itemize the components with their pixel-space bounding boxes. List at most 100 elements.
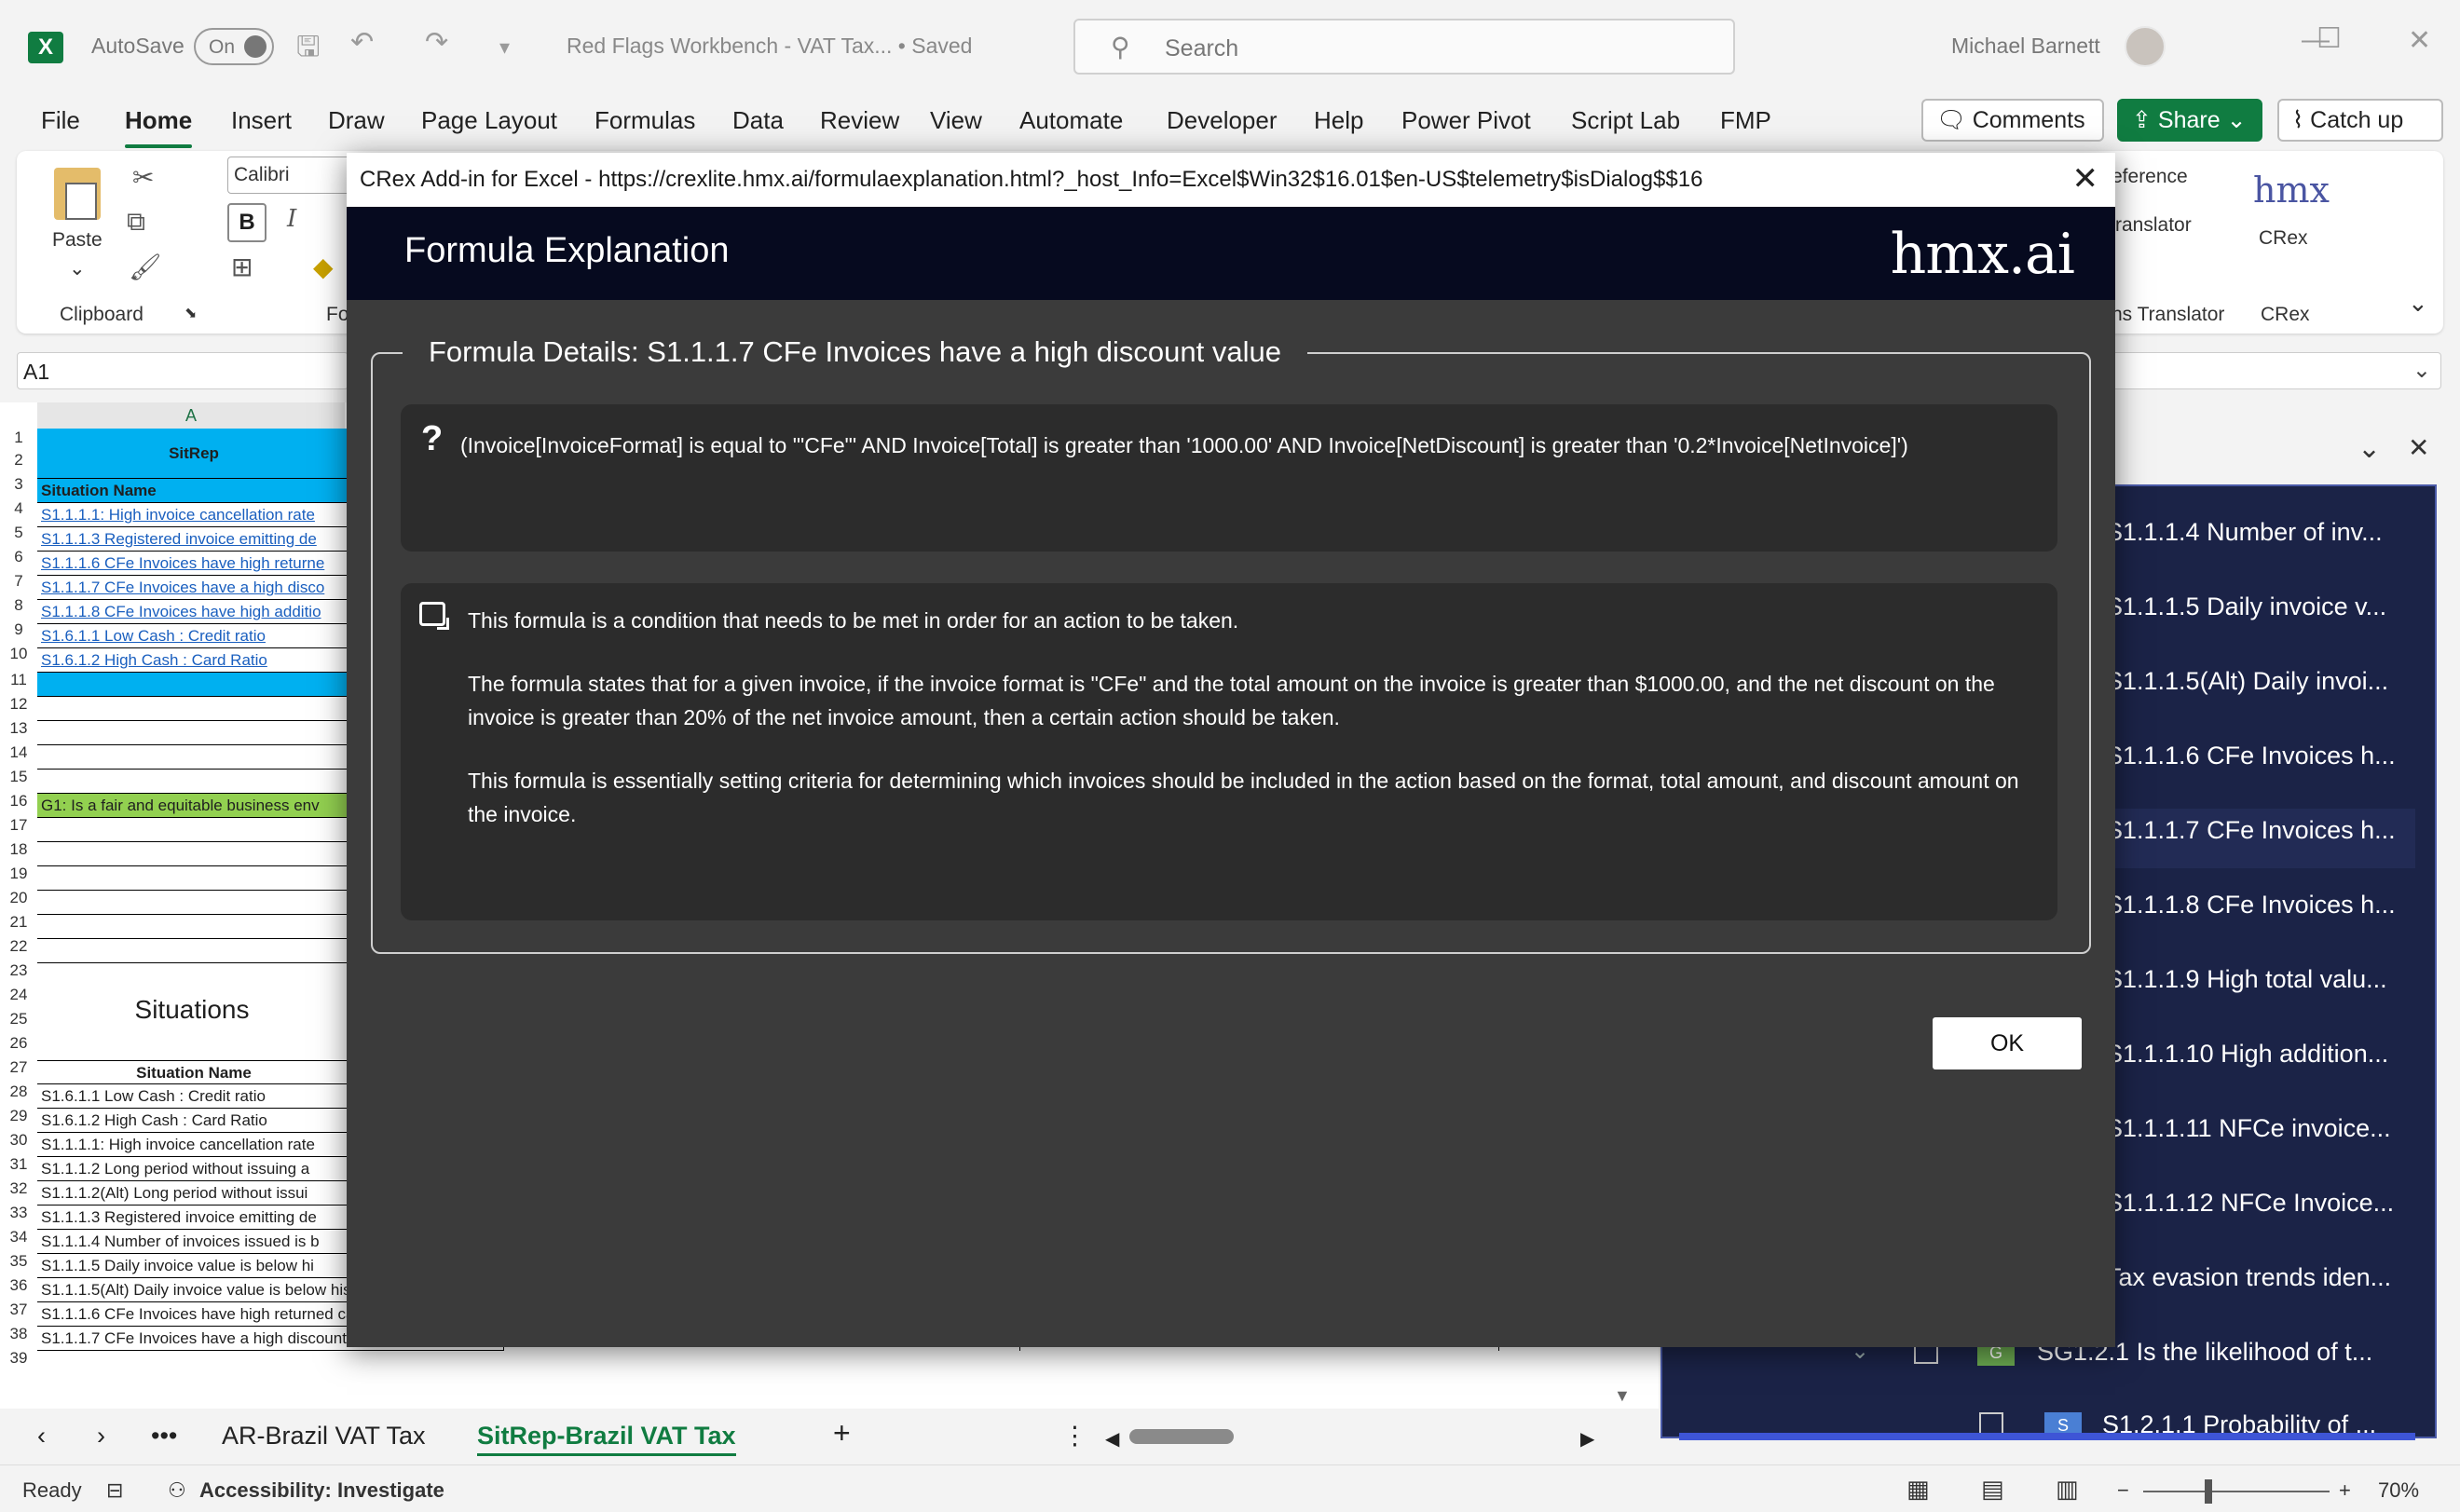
bold-button[interactable]: B [227,203,266,242]
row-number[interactable]: 19 [0,865,37,883]
row-number[interactable]: 11 [0,671,37,689]
tab-view[interactable]: View [930,106,982,135]
row-number[interactable]: 13 [0,719,37,738]
situation-link[interactable]: S1.6.1.1 Low Cash : Credit ratio [37,624,347,648]
dialog-launcher-icon[interactable]: ⬊ [184,304,197,322]
row-number[interactable]: 33 [0,1204,37,1222]
page-break-view-icon[interactable]: ▥ [2056,1475,2079,1504]
paste-icon[interactable] [54,168,101,220]
empty-cell[interactable] [37,915,347,939]
undo-icon[interactable]: ↶ [350,26,374,59]
row-number[interactable]: 21 [0,913,37,932]
row-number[interactable]: 35 [0,1252,37,1271]
more-sheets-icon[interactable]: ••• [151,1422,177,1451]
row-number[interactable]: 20 [0,889,37,907]
row-number[interactable]: 26 [0,1034,37,1053]
situations-title[interactable]: Situations [37,995,347,1025]
zoom-slider-thumb[interactable] [2205,1479,2212,1504]
crex-button-label[interactable]: CRex [2259,227,2308,250]
situation-link[interactable]: S1.6.1.2 High Cash : Card Ratio [37,648,347,673]
situation-row[interactable]: S1.1.1.2(Alt) Long period without issui [37,1181,347,1206]
tab-automate[interactable]: Automate [1019,106,1123,135]
tab-file[interactable]: File [41,106,80,135]
format-painter-icon[interactable]: 🖌 [129,252,162,282]
pane-options-icon[interactable]: ⌄ [2358,432,2381,465]
close-pane-icon[interactable]: ✕ [2408,432,2429,463]
ok-button[interactable]: OK [1933,1017,2082,1069]
maximize-icon[interactable]: ☐ [2316,22,2342,55]
tab-insert[interactable]: Insert [231,106,292,135]
ribbon-collapse-icon[interactable]: ⌄ [2408,289,2428,318]
sheet-tab-ar-brazil[interactable]: AR-Brazil VAT Tax [222,1422,426,1451]
zoom-in-icon[interactable]: + [2339,1478,2351,1503]
zoom-level[interactable]: 70% [2378,1478,2419,1503]
scroll-right-icon[interactable]: ▶ [1580,1427,1594,1451]
tree-item[interactable]: S1.1.1.5(Alt) Daily invoi... [2106,667,2388,696]
row-number[interactable]: 12 [0,695,37,714]
redo-icon[interactable]: ↷ [425,26,448,59]
tab-script-lab[interactable]: Script Lab [1571,106,1680,135]
zoom-slider-track[interactable] [2143,1491,2330,1492]
sheet-options-icon[interactable]: ⋮ [1062,1422,1087,1451]
avatar[interactable] [2125,26,2166,67]
situation-row[interactable]: S1.6.1.2 High Cash : Card Ratio [37,1109,347,1133]
row-number[interactable]: 2 [0,451,37,470]
customize-qat-icon[interactable]: ▾ [499,35,510,60]
tab-fmp[interactable]: FMP [1720,106,1771,135]
paste-label[interactable]: Paste [52,229,102,252]
row-number[interactable]: 24 [0,986,37,1004]
add-sheet-icon[interactable]: + [833,1416,851,1451]
share-button[interactable]: ⇪ Share ⌄ [2117,99,2262,142]
row-number[interactable]: 17 [0,816,37,835]
normal-view-icon[interactable]: ▦ [1906,1475,1930,1504]
empty-cell[interactable] [37,842,347,866]
row-number[interactable]: 15 [0,768,37,786]
tab-home[interactable]: Home [125,106,193,148]
empty-cell[interactable] [37,770,347,794]
next-sheet-icon[interactable]: › [97,1422,105,1451]
accessibility-icon[interactable]: ⚇ [168,1478,186,1503]
autosave-toggle[interactable]: On [194,28,274,65]
empty-cell[interactable] [37,818,347,842]
search-box[interactable]: ⚲ Search [1073,19,1735,75]
tab-developer[interactable]: Developer [1167,106,1278,135]
tab-formulas[interactable]: Formulas [594,106,695,135]
row-number[interactable]: 5 [0,524,37,542]
sitrep-header-cell[interactable]: SitRep [37,429,347,479]
empty-cell[interactable] [37,891,347,915]
tab-draw[interactable]: Draw [328,106,385,135]
row-number[interactable]: 1 [0,429,37,447]
horizontal-scrollbar-thumb[interactable] [1129,1429,1234,1444]
row-number[interactable]: 18 [0,840,37,859]
tree-item[interactable]: S1.1.1.9 High total valu... [2106,965,2387,994]
catch-up-button[interactable]: ⌇ Catch up [2277,99,2443,142]
name-box[interactable]: A1 [17,352,348,389]
fill-color-icon[interactable]: ◆ [313,252,334,282]
row-number[interactable]: 10 [0,645,37,663]
empty-cell[interactable] [37,697,347,721]
tree-item[interactable]: S1.1.1.4 Number of inv... [2106,518,2383,547]
situation-link[interactable]: S1.1.1.6 CFe Invoices have high returne [37,552,347,576]
empty-cell[interactable] [37,866,347,891]
situation-row[interactable]: S1.1.1.2 Long period without issuing a [37,1157,347,1181]
situation-name-header-2[interactable]: Situation Name [37,1060,347,1084]
document-title[interactable]: Red Flags Workbench - VAT Tax... • Saved [567,34,972,59]
row-number[interactable]: 16 [0,792,37,810]
tree-item[interactable]: S1.1.1.5 Daily invoice v... [2106,593,2386,621]
italic-button[interactable]: I [287,205,296,233]
pane-horizontal-scrollbar[interactable] [1679,1433,2415,1440]
row-number[interactable]: 32 [0,1179,37,1198]
row-number[interactable]: 23 [0,961,37,980]
close-window-icon[interactable]: ✕ [2408,24,2431,57]
chevron-down-icon[interactable]: ⌄ [2227,107,2247,133]
goal-row-cell[interactable]: G1: Is a fair and equitable business env [37,794,347,818]
row-number[interactable]: 4 [0,499,37,518]
situation-row[interactable]: S1.1.1.4 Number of invoices issued is b [37,1230,347,1254]
chevron-down-icon[interactable]: ⌄ [69,257,86,280]
borders-icon[interactable]: ⊞ [231,252,253,282]
empty-cell[interactable] [37,721,347,745]
comments-button[interactable]: 🗨 Comments [1921,99,2104,142]
close-icon[interactable]: ✕ [2072,160,2099,198]
save-icon[interactable]: 🖫 [296,26,321,74]
tree-item[interactable]: S1.1.1.10 High addition... [2106,1040,2388,1069]
